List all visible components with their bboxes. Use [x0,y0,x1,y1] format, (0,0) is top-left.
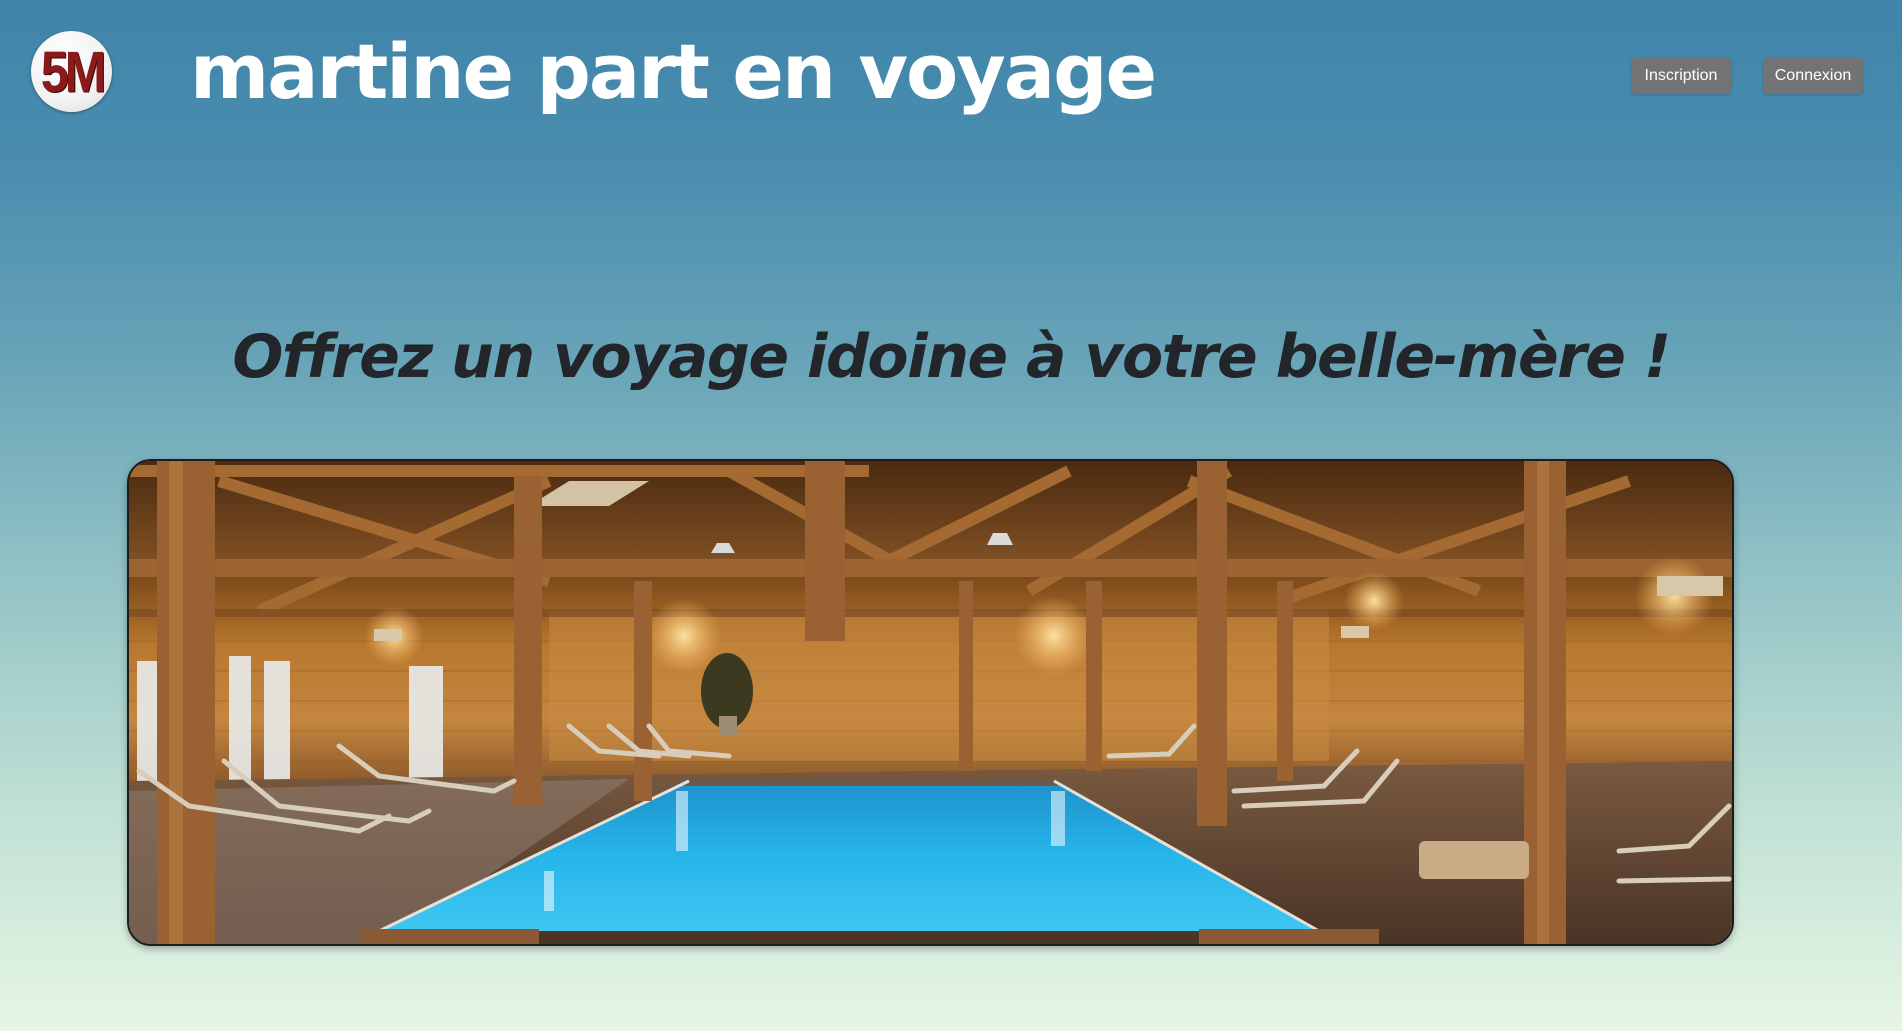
indoor-pool-image [129,461,1732,944]
hero-heading: Offrez un voyage idoine à votre belle-mè… [232,322,1671,392]
signup-button[interactable]: Inscription [1631,58,1731,94]
site-title[interactable]: martine part en voyage [190,30,1157,114]
logo-mark: 5M [40,39,106,104]
hero-image [127,459,1734,946]
site-logo[interactable]: 5M [31,31,112,112]
login-button[interactable]: Connexion [1763,58,1863,94]
